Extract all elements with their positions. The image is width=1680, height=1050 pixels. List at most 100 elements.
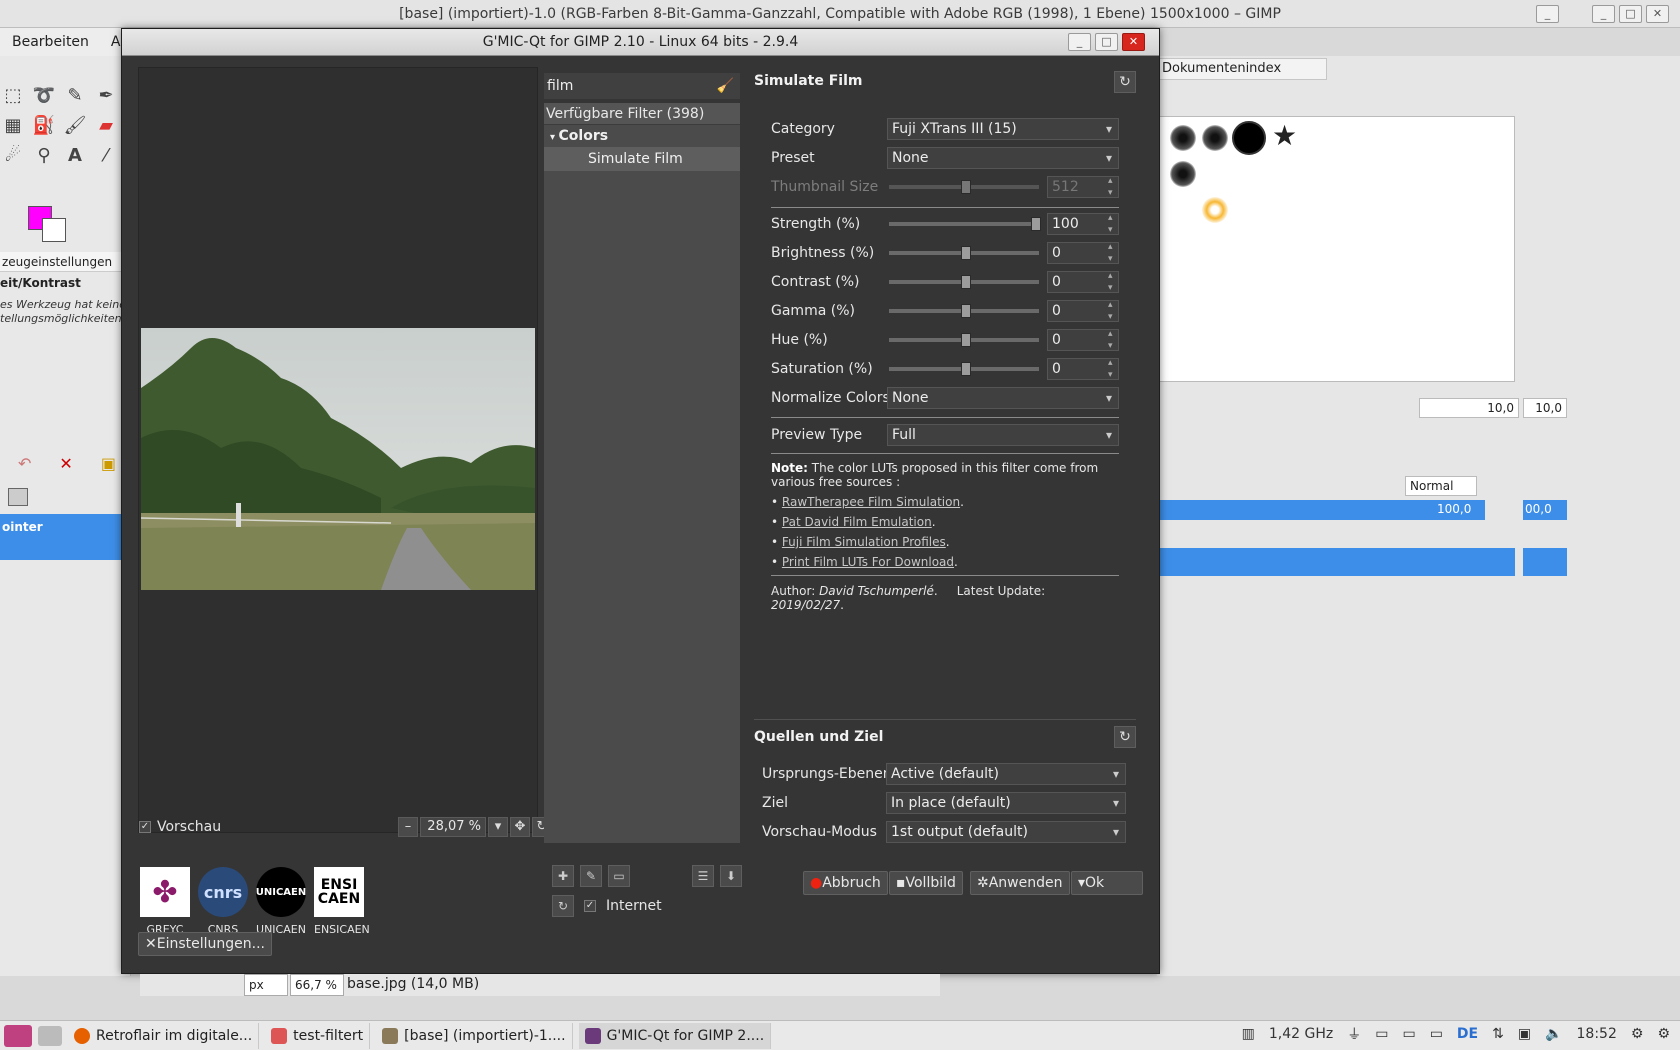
opacity-bar[interactable] [1157,500,1485,520]
saturation-spinbox[interactable]: 0 [1047,357,1119,381]
remove-fave-icon[interactable]: ▭ [608,865,630,887]
brush-icon[interactable]: 🖌 [62,114,88,138]
drive-icon[interactable]: ▭ [1402,1026,1415,1042]
strength-spinbox[interactable]: 100 [1047,212,1119,236]
reset-icon[interactable]: ↶ [18,454,31,473]
bucket-icon[interactable]: ⛽ [31,114,57,138]
eraser-icon[interactable]: ▰ [93,114,119,138]
tab-dokumentenindex[interactable]: Dokumentenindex [1157,58,1327,80]
zoom-out-button[interactable]: – [398,817,418,837]
keyboard-layout[interactable]: DE [1457,1026,1478,1042]
power-icon[interactable]: ⚙ [1657,1026,1670,1042]
rect-select-icon[interactable]: ⬚ [0,84,26,108]
clock[interactable]: 18:52 [1577,1026,1617,1042]
preview-image[interactable] [141,328,535,590]
contrast-spinbox[interactable]: 0 [1047,270,1119,294]
target-select[interactable]: In place (default) [886,792,1126,814]
link-print-film[interactable]: Print Film LUTs For Download [782,555,954,569]
download-icon[interactable]: ⬇ [720,865,742,887]
strength-slider[interactable] [889,217,1041,231]
brush-grid[interactable]: ★ [1157,116,1515,382]
fuzzy-select-icon[interactable]: ✎ [62,84,88,108]
selected-layer-row-2[interactable] [1523,548,1567,576]
preview-type-select[interactable]: Full [887,424,1119,446]
close-icon[interactable]: ✕ [1646,5,1669,23]
task-gimp[interactable]: [base] (importiert)-1.... [376,1022,573,1049]
preview-mode-select[interactable]: 1st output (default) [886,821,1126,843]
tool-options-tab[interactable]: zeugeinstellungen [0,252,125,272]
update-filters-icon[interactable]: ↻ [552,895,574,917]
filter-search-input[interactable]: film 🧹 [544,73,740,99]
volume-icon[interactable]: 🔈 [1545,1026,1562,1042]
clone-icon[interactable]: ⚲ [31,144,57,168]
splitter[interactable] [754,719,1136,720]
smudge-icon[interactable]: ☄ [0,144,26,168]
delete-icon[interactable]: ✕ [59,454,72,473]
task-gmic[interactable]: G'MIC-Qt for GIMP 2.... [578,1022,772,1049]
preset-select[interactable]: None [887,147,1119,169]
zoom-select[interactable]: 66,7 % [290,974,344,996]
drive-icon[interactable]: ▭ [1430,1026,1443,1042]
usb-icon[interactable]: ⏚ [1347,1024,1361,1044]
gamma-spinbox[interactable]: 0 [1047,299,1119,323]
brush-thumb-selected[interactable] [1232,121,1266,155]
apply-button[interactable]: ✲Anwenden [970,871,1070,895]
brightness-slider[interactable] [889,246,1039,260]
preview-toggle[interactable]: ✓ Vorschau [139,819,221,835]
list-view-icon[interactable]: ☰ [692,865,714,887]
add-fave-icon[interactable]: ✚ [552,865,574,887]
reset-params-icon[interactable]: ↻ [1114,71,1136,93]
menu-bearbeiten[interactable]: Bearbeiten [12,34,89,50]
lasso-icon[interactable]: ➰ [31,84,57,108]
zoom-dropdown[interactable]: ▾ [488,817,508,837]
normalize-select[interactable]: None [887,387,1119,409]
battery-icon[interactable]: ▣ [1518,1026,1531,1042]
link-pat-david[interactable]: Pat David Film Emulation [782,515,932,529]
minimize-icon[interactable]: _ [1536,5,1559,23]
mail-icon[interactable] [38,1025,62,1046]
text-icon[interactable]: A [62,144,88,168]
maximize-icon[interactable]: □ [1095,33,1118,51]
preview-pane[interactable] [138,67,538,833]
minimize-icon[interactable]: _ [1592,5,1615,23]
settings-icon[interactable]: ⚙ [1631,1026,1644,1042]
zoom-fit-button[interactable]: ✥ [510,817,530,837]
star-brush-icon[interactable]: ★ [1272,119,1297,152]
maximize-icon[interactable]: □ [1619,5,1642,23]
internet-checkbox[interactable]: ✓ [584,900,596,912]
settings-button[interactable]: ✕Einstellungen... [138,932,272,956]
brightness-spinbox[interactable]: 0 [1047,241,1119,265]
layer-thumbnail[interactable] [8,488,28,506]
pointer-row[interactable]: ointer [0,514,131,560]
dock-size-input[interactable]: 10,0 [1419,398,1519,418]
contrast-slider[interactable] [889,275,1039,289]
hue-spinbox[interactable]: 0 [1047,328,1119,352]
drive-icon[interactable]: ▭ [1375,1026,1388,1042]
selected-layer-row[interactable] [1157,548,1515,576]
source-select[interactable]: Active (default) [886,763,1126,785]
task-folder[interactable]: test-filtert [265,1022,371,1049]
close-icon[interactable]: ✕ [1122,33,1145,51]
link-fuji-profiles[interactable]: Fuji Film Simulation Profiles [782,535,946,549]
save-icon[interactable]: ▣ [101,454,116,473]
brush-thumb[interactable] [1202,197,1228,223]
tree-category-colors[interactable]: ▾ Colors [544,125,740,147]
brush-thumb[interactable] [1202,125,1228,151]
task-firefox[interactable]: Retroflair im digitale... [68,1022,260,1049]
filter-tree-header[interactable]: Verfügbare Filter (398) [544,103,740,125]
fullscreen-button[interactable]: ▪Vollbild [889,871,963,895]
saturation-slider[interactable] [889,362,1039,376]
network-icon[interactable]: ⇅ [1492,1026,1504,1042]
dock-size-input-2[interactable]: 10,0 [1523,398,1567,418]
eyedropper-icon[interactable]: ⁄ [93,144,119,168]
brush-thumb[interactable] [1170,161,1196,187]
zoom-value[interactable]: 28,07 % [420,817,486,837]
minimize-icon[interactable]: _ [1068,33,1091,51]
hue-slider[interactable] [889,333,1039,347]
brush-thumb[interactable] [1170,125,1196,151]
rename-fave-icon[interactable]: ✎ [580,865,602,887]
category-select[interactable]: Fuji XTrans III (15) [887,118,1119,140]
tree-item-simulate-film[interactable]: Simulate Film [544,147,740,171]
checker-icon[interactable]: ▦ [0,114,26,138]
mode-select[interactable]: Normal [1405,476,1477,496]
